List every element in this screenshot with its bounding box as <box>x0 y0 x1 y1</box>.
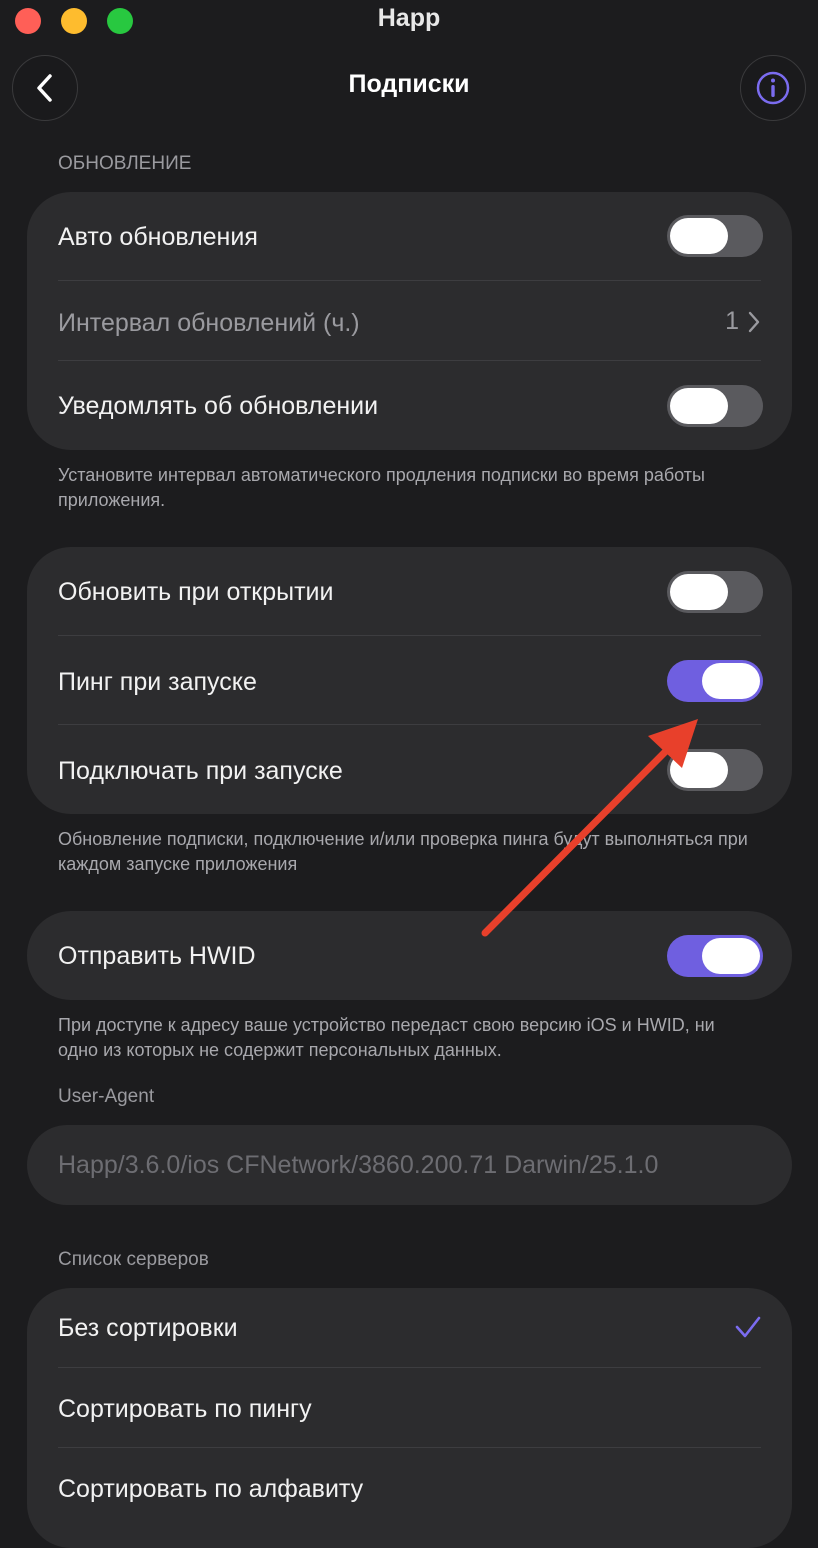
refresh-on-open-row[interactable]: Обновить при открытии <box>27 547 792 635</box>
update-section-label: ОБНОВЛЕНИЕ <box>58 153 192 174</box>
hwid-footnote: При доступе к адресу ваше устройство пер… <box>58 1015 715 1060</box>
user-agent-label: User-Agent <box>58 1086 155 1107</box>
sort-option-label: Сортировать по алфавиту <box>58 1475 364 1503</box>
connect-on-start-label: Подключать при запуске <box>58 757 343 785</box>
notify-update-toggle[interactable] <box>667 385 763 427</box>
update-interval-label: Интервал обновлений (ч.) <box>58 309 360 337</box>
app-title: Happ <box>377 4 441 32</box>
server-list-label: Список серверов <box>58 1249 209 1270</box>
sort-option-label: Сортировать по пингу <box>58 1395 312 1423</box>
checkmark-icon <box>735 1316 761 1338</box>
hwid-card: Отправить HWID <box>27 911 792 1000</box>
send-hwid-label: Отправить HWID <box>58 942 256 970</box>
startup-settings-card: Обновить при открытии Пинг при запуске П… <box>27 547 792 814</box>
startup-footnote: Обновление подписки, подключение и/или п… <box>58 829 748 874</box>
info-button[interactable] <box>740 55 806 121</box>
connect-on-start-row[interactable]: Подключать при запуске <box>27 725 792 814</box>
update-footnote: Установите интервал автоматического прод… <box>58 465 705 510</box>
refresh-on-open-toggle[interactable] <box>667 571 763 613</box>
ping-on-start-row[interactable]: Пинг при запуске <box>27 636 792 724</box>
update-settings-card: Авто обновления Интервал обновлений (ч.)… <box>27 192 792 450</box>
ping-on-start-toggle[interactable] <box>667 660 763 702</box>
update-interval-value-group: 1 <box>725 307 761 336</box>
window-titlebar: Happ <box>0 0 818 40</box>
connect-on-start-toggle[interactable] <box>667 749 763 791</box>
notify-update-label: Уведомлять об обновлении <box>58 392 379 420</box>
ping-on-start-label: Пинг при запуске <box>58 668 257 696</box>
info-icon <box>756 71 790 105</box>
send-hwid-toggle[interactable] <box>667 935 763 977</box>
user-agent-input[interactable] <box>27 1125 792 1205</box>
auto-update-row[interactable]: Авто обновления <box>27 192 792 280</box>
sort-option-alphabet[interactable]: Сортировать по алфавиту <box>27 1448 792 1527</box>
sort-option-label: Без сортировки <box>58 1314 238 1342</box>
refresh-on-open-label: Обновить при открытии <box>58 578 334 606</box>
page-title: Подписки <box>348 70 470 98</box>
update-interval-row[interactable]: Интервал обновлений (ч.) 1 <box>27 281 792 361</box>
server-sort-card: Без сортировки Сортировать по пингу Сорт… <box>27 1288 792 1548</box>
sort-option-ping[interactable]: Сортировать по пингу <box>27 1368 792 1447</box>
auto-update-toggle[interactable] <box>667 215 763 257</box>
update-interval-value: 1 <box>725 307 739 335</box>
auto-update-label: Авто обновления <box>58 223 258 251</box>
send-hwid-row[interactable]: Отправить HWID <box>27 911 792 1000</box>
chevron-right-icon <box>748 311 760 332</box>
sort-option-none[interactable]: Без сортировки <box>27 1288 792 1367</box>
notify-update-row[interactable]: Уведомлять об обновлении <box>27 361 792 450</box>
